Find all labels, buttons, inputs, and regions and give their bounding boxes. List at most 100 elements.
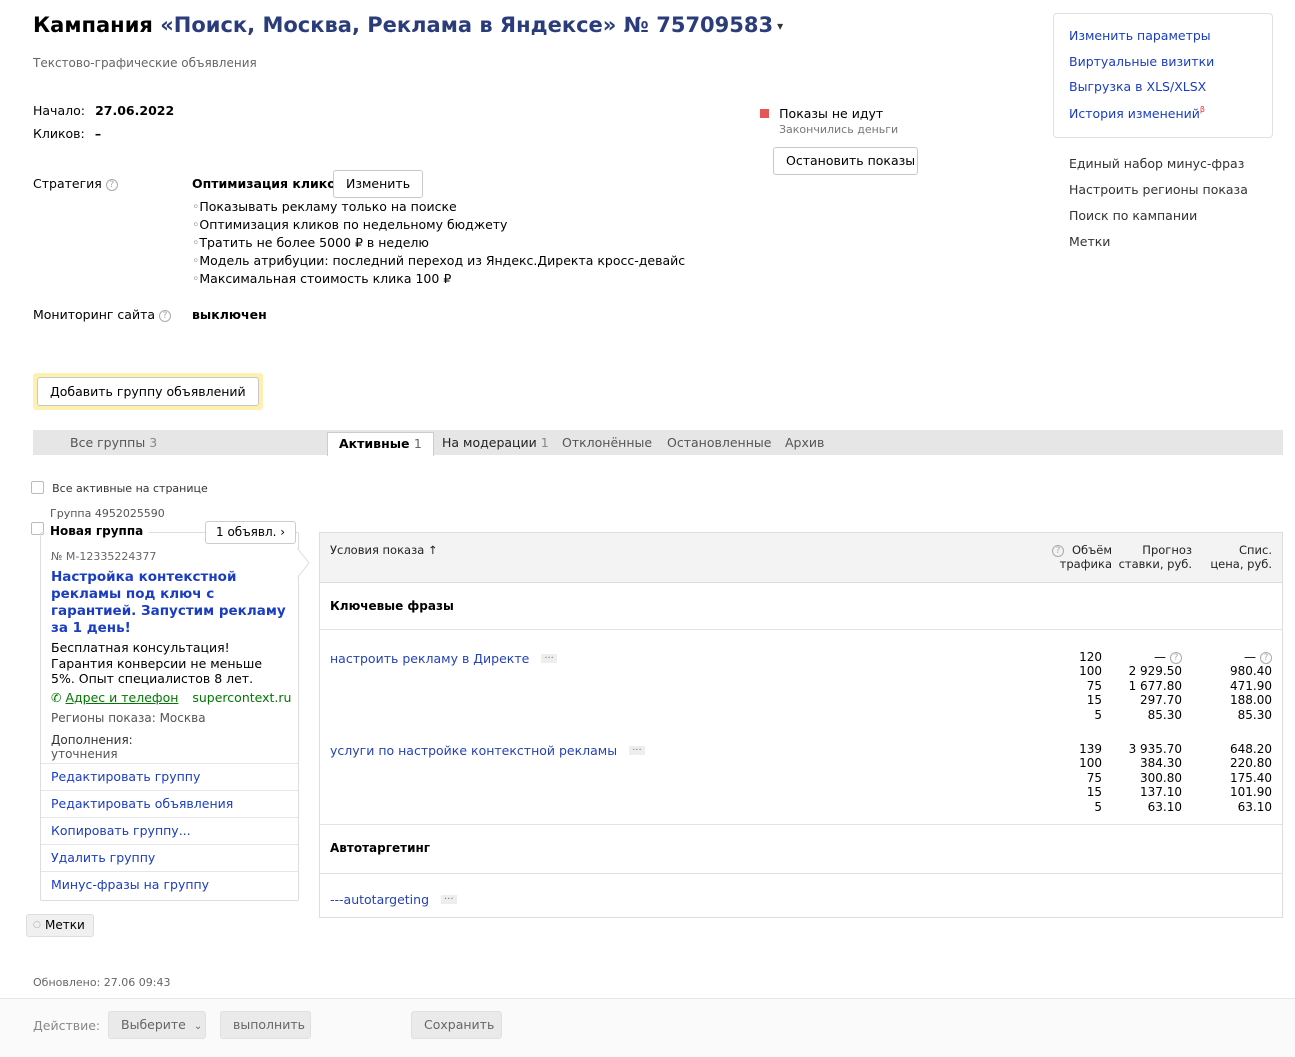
bid-cell: 2 929.50 bbox=[1128, 664, 1182, 679]
address-phone-link[interactable]: Адрес и телефон bbox=[65, 690, 178, 705]
help-icon[interactable]: ? bbox=[159, 310, 172, 322]
keywords-section-title: Ключевые фразы bbox=[330, 599, 454, 613]
edit-params-link[interactable]: Изменить параметры bbox=[1069, 28, 1211, 43]
tab-stopped[interactable]: Остановленные bbox=[667, 435, 771, 450]
action-select[interactable]: Выберите ⌄ bbox=[108, 1011, 206, 1039]
tags-button-label: Метки bbox=[45, 918, 85, 932]
tab-moderation[interactable]: На модерации 1 bbox=[442, 435, 549, 450]
more-icon[interactable]: ··· bbox=[629, 746, 645, 756]
status-block: Показы не идут bbox=[760, 106, 883, 122]
strategy-item: Модель атрибуции: последний переход из Я… bbox=[192, 252, 685, 270]
keyword-link[interactable]: услуги по настройке контекстной рекламы bbox=[330, 743, 617, 758]
execute-button[interactable]: выполнить bbox=[220, 1011, 311, 1039]
ad-contact-row: ✆ Адрес и телефон supercontext.ru bbox=[51, 690, 298, 705]
price-cell: 101.90 bbox=[1230, 785, 1272, 800]
conditions-table: Условия показа ↑ ? Объём трафика Прогноз… bbox=[319, 532, 1283, 918]
bid-cell: 297.70 bbox=[1140, 693, 1182, 708]
ad-regions: Регионы показа: Москва bbox=[51, 710, 206, 725]
strategy-label-wrap: Стратегия? bbox=[33, 176, 118, 191]
group-name[interactable]: Новая группа bbox=[44, 524, 150, 538]
tab-count: 1 bbox=[413, 436, 422, 451]
price-values: —? 980.40 471.90 188.00 85.30 bbox=[1182, 650, 1272, 722]
price-cell: 220.80 bbox=[1230, 756, 1272, 771]
change-strategy-button[interactable]: Изменить bbox=[333, 170, 424, 198]
bid-values: 3 935.70 384.30 300.80 137.10 63.10 bbox=[1092, 742, 1182, 814]
col-traffic: Объём трафика bbox=[1052, 543, 1112, 571]
copy-group-link[interactable]: Копировать группу... bbox=[51, 823, 191, 838]
price-cell: 188.00 bbox=[1230, 693, 1272, 708]
price-cell: — bbox=[1244, 650, 1256, 664]
select-all-checkbox[interactable] bbox=[31, 481, 44, 494]
col-traffic-line2: трафика bbox=[1059, 557, 1112, 571]
price-cell: 980.40 bbox=[1230, 664, 1272, 679]
more-icon[interactable]: ··· bbox=[441, 895, 457, 905]
start-label: Начало: bbox=[33, 103, 85, 118]
tab-active[interactable]: Активные 1 bbox=[327, 432, 434, 456]
campaign-actions-box: Изменить параметры Виртуальные визитки В… bbox=[1053, 13, 1273, 138]
action-select-value: Выберите bbox=[121, 1017, 186, 1032]
stop-shows-button[interactable]: Остановить показы bbox=[773, 147, 918, 175]
save-button[interactable]: Сохранить bbox=[411, 1011, 502, 1039]
regions-link[interactable]: Настроить регионы показа bbox=[1069, 182, 1248, 208]
clicks-value: – bbox=[94, 126, 102, 141]
add-group-highlight: Добавить группу объявлений bbox=[33, 373, 263, 410]
card-pointer-icon bbox=[297, 548, 310, 578]
clicks-label: Кликов: bbox=[33, 126, 85, 141]
title-prefix: Кампания bbox=[33, 13, 153, 37]
keyword-row: настроить рекламу в Директе ··· bbox=[330, 651, 557, 666]
bid-cell: 1 677.80 bbox=[1128, 678, 1182, 693]
bid-cell: 3 935.70 bbox=[1128, 742, 1182, 756]
ad-text: Бесплатная консультация! Гарантия конвер… bbox=[51, 640, 263, 686]
ads-count-button[interactable]: 1 объявл. › bbox=[205, 521, 297, 544]
col-bid-line1: Прогноз bbox=[1142, 543, 1192, 557]
keyword-link[interactable]: настроить рекламу в Директе bbox=[330, 651, 529, 666]
group-id: Группа 4952025590 bbox=[50, 507, 165, 520]
campaign-search-link[interactable]: Поиск по кампании bbox=[1069, 208, 1248, 234]
minus-phrases-link[interactable]: Единый набор минус-фраз bbox=[1069, 156, 1248, 182]
autotargeting-link[interactable]: ---autotargeting bbox=[330, 892, 429, 907]
bid-cell: — bbox=[1154, 650, 1166, 664]
autotargeting-row: ---autotargeting ··· bbox=[330, 892, 457, 907]
help-icon[interactable]: ? bbox=[1170, 652, 1182, 664]
strategy-name: Оптимизация кликов bbox=[192, 176, 344, 191]
col-price-line1: Спис. bbox=[1238, 543, 1272, 557]
action-label: Действие: bbox=[33, 1018, 101, 1033]
beta-marker: β bbox=[1199, 104, 1205, 114]
strategy-details: Показывать рекламу только на поиске Опти… bbox=[192, 198, 685, 288]
group-actions: Редактировать группу Редактировать объяв… bbox=[41, 763, 298, 898]
monitoring-value: выключен bbox=[192, 307, 267, 322]
more-icon[interactable]: ··· bbox=[541, 654, 557, 664]
strategy-label: Стратегия bbox=[33, 176, 102, 191]
tab-all-groups[interactable]: Все группы 3 bbox=[70, 435, 157, 450]
group-minus-phrases-link[interactable]: Минус-фразы на группу bbox=[51, 877, 209, 892]
strategy-item: Оптимизация кликов по недельному бюджету bbox=[192, 216, 685, 234]
edit-ads-link[interactable]: Редактировать объявления bbox=[51, 796, 233, 811]
ad-title[interactable]: Настройка контекстной рекламы под ключ с… bbox=[51, 569, 286, 637]
tags-link[interactable]: Метки bbox=[1069, 234, 1248, 260]
status-reason: Закончились деньги bbox=[779, 123, 899, 136]
strategy-item: Показывать рекламу только на поиске bbox=[192, 198, 685, 216]
virtual-cards-link[interactable]: Виртуальные визитки bbox=[1069, 54, 1214, 69]
bid-cell: 63.10 bbox=[1147, 799, 1182, 814]
edit-group-link[interactable]: Редактировать группу bbox=[51, 769, 200, 784]
export-xls-link[interactable]: Выгрузка в XLS/XLSX bbox=[1069, 79, 1206, 94]
ad-number: № М-12335224377 bbox=[51, 550, 157, 563]
tag-icon: ○ bbox=[33, 920, 41, 930]
tab-archive[interactable]: Архив bbox=[785, 435, 824, 450]
start-value: 27.06.2022 bbox=[95, 103, 175, 118]
tab-rejected[interactable]: Отклонённые bbox=[562, 435, 652, 450]
campaign-dropdown-icon[interactable]: ▾ bbox=[777, 19, 783, 33]
page-title: Кампания «Поиск, Москва, Реклама в Яндек… bbox=[33, 13, 783, 37]
help-icon[interactable]: ? bbox=[1260, 652, 1272, 664]
add-ad-group-button[interactable]: Добавить группу объявлений bbox=[37, 377, 259, 406]
group-tabs: Все группы 3 Активные 1 На модерации 1 О… bbox=[33, 430, 1283, 456]
help-icon[interactable]: ? bbox=[105, 179, 118, 191]
campaign-name: «Поиск, Москва, Реклама в Яндексе» № 757… bbox=[160, 13, 774, 37]
change-history-link[interactable]: История изменений bbox=[1069, 106, 1200, 121]
tags-button[interactable]: ○ Метки bbox=[26, 914, 94, 937]
monitoring-label: Мониторинг сайта bbox=[33, 307, 156, 322]
bid-values: —? 2 929.50 1 677.80 297.70 85.30 bbox=[1092, 650, 1182, 722]
delete-group-link[interactable]: Удалить группу bbox=[51, 850, 155, 865]
col-conditions[interactable]: Условия показа ↑ bbox=[330, 543, 438, 557]
bid-cell: 85.30 bbox=[1147, 707, 1182, 722]
